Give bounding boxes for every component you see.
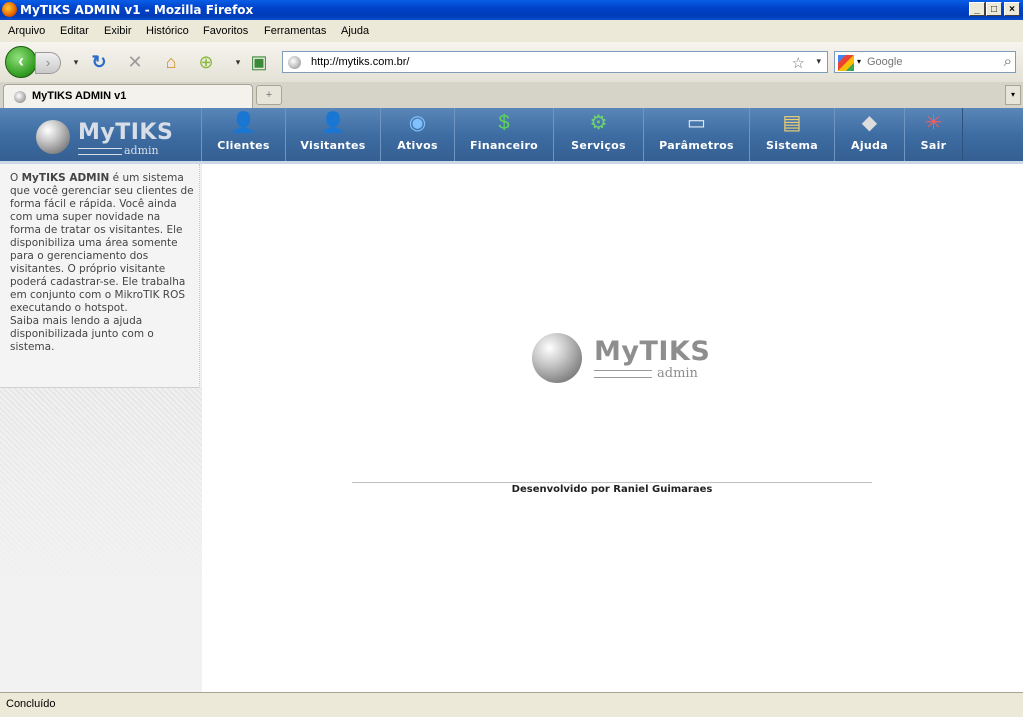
- menu-favoritos[interactable]: Favoritos: [203, 25, 248, 37]
- visitor-icon: 👤: [320, 112, 346, 134]
- header-logo[interactable]: MyTIKS admin: [36, 118, 173, 158]
- menu-editar[interactable]: Editar: [60, 25, 89, 37]
- nav-label: Clientes: [217, 139, 270, 152]
- center-logo-lines: [594, 370, 652, 378]
- about-text: O MyTIKS ADMIN é um sistema que você ger…: [10, 172, 194, 353]
- globe-logo-icon: [36, 120, 70, 154]
- menu-bar: Arquivo Editar Exibir Histórico Favorito…: [0, 20, 1023, 42]
- nav-label: Sistema: [766, 139, 818, 152]
- monitor-icon: ▭: [687, 112, 706, 134]
- nav-ajuda[interactable]: ◆ Ajuda: [834, 108, 905, 161]
- new-tab-button[interactable]: +: [256, 85, 282, 105]
- download-dropdown-icon[interactable]: ▾: [228, 52, 248, 72]
- window-titlebar: MyTIKS ADMIN v1 - Mozilla Firefox _ □ ×: [0, 0, 1023, 20]
- about-box: O MyTIKS ADMIN é um sistema que você ger…: [0, 164, 200, 388]
- url-dropdown-icon[interactable]: ▾: [816, 56, 821, 67]
- globe-icon: ◉: [408, 112, 427, 134]
- footer-credit: Desenvolvido por Raniel Guimaraes: [511, 484, 713, 495]
- address-url[interactable]: http://mytiks.com.br/: [311, 56, 409, 68]
- main-content: MyTIKS admin Desenvolvido por Raniel Gui…: [202, 164, 1023, 692]
- maximize-button[interactable]: □: [986, 2, 1002, 16]
- menu-ferramentas[interactable]: Ferramentas: [264, 25, 326, 37]
- nav-label: Parâmetros: [659, 139, 734, 152]
- logo-lines: [78, 148, 122, 155]
- tab-list-button[interactable]: ▾: [1005, 85, 1021, 105]
- search-icon[interactable]: ⌕: [1004, 53, 1012, 70]
- tab-favicon-icon: [14, 91, 26, 103]
- nav-parametros[interactable]: ▭ Parâmetros: [643, 108, 750, 161]
- history-dropdown-icon[interactable]: ▾: [66, 52, 86, 72]
- tab-label: MyTIKS ADMIN v1: [32, 90, 127, 102]
- nav-servicos[interactable]: ⚙ Serviços: [553, 108, 644, 161]
- nav-label: Visitantes: [300, 139, 366, 152]
- download-icon[interactable]: ⊕: [196, 52, 216, 72]
- menu-ajuda[interactable]: Ajuda: [341, 25, 369, 37]
- menu-arquivo[interactable]: Arquivo: [8, 25, 45, 37]
- nav-sair[interactable]: ✳ Sair: [904, 108, 963, 161]
- nav-visitantes[interactable]: 👤 Visitantes: [285, 108, 381, 161]
- help-box-icon: ◆: [861, 112, 878, 134]
- nav-sistema[interactable]: ▤ Sistema: [749, 108, 835, 161]
- navigation-toolbar: ‹ › ▾ ↻ ✕ ⌂ ⊕ ▾ ▣ http://mytiks.com.br/ …: [0, 42, 1023, 83]
- system-icon: ▤: [782, 112, 802, 134]
- menu-historico[interactable]: Histórico: [146, 25, 189, 37]
- window-title: MyTIKS ADMIN v1 - Mozilla Firefox: [20, 3, 254, 17]
- site-identity-icon[interactable]: [288, 56, 301, 69]
- reload-icon[interactable]: ↻: [89, 52, 109, 72]
- stop-icon[interactable]: ✕: [125, 52, 145, 72]
- center-logo: MyTIKS admin: [532, 330, 712, 386]
- close-button[interactable]: ×: [1004, 2, 1020, 16]
- sidebar: O MyTIKS ADMIN é um sistema que você ger…: [0, 164, 202, 692]
- sidebar-pattern: [0, 388, 202, 692]
- search-engine-dropdown-icon[interactable]: ▾: [857, 57, 861, 66]
- minimize-button[interactable]: _: [969, 2, 985, 16]
- status-text: Concluído: [6, 698, 56, 710]
- logo-name: MyTIKS: [78, 120, 174, 145]
- status-bar: Concluído: [0, 692, 1023, 717]
- footer-divider: [352, 482, 872, 483]
- search-engine-icon[interactable]: [838, 55, 854, 71]
- nav-clientes[interactable]: 👤 Clientes: [201, 108, 286, 161]
- nav-label: Sair: [920, 139, 947, 152]
- center-logo-sub: admin: [657, 366, 698, 381]
- nav-ativos[interactable]: ◉ Ativos: [380, 108, 455, 161]
- bookmark-star-icon[interactable]: ☆: [792, 54, 805, 72]
- addon-icon[interactable]: ▣: [249, 52, 269, 72]
- tab-bar: MyTIKS ADMIN v1 + ▾: [0, 82, 1023, 109]
- gear-icon: ⚙: [589, 112, 608, 134]
- exit-icon: ✳: [925, 112, 942, 134]
- nav-label: Ativos: [397, 139, 438, 152]
- tab-mytiks-admin[interactable]: MyTIKS ADMIN v1: [3, 84, 253, 108]
- firefox-icon: [2, 2, 17, 17]
- globe-logo-icon: [532, 333, 582, 383]
- logo-sub: admin: [124, 144, 159, 157]
- forward-button[interactable]: ›: [35, 52, 61, 74]
- home-icon[interactable]: ⌂: [161, 52, 181, 72]
- nav-label: Ajuda: [851, 139, 888, 152]
- user-icon: 👤: [231, 112, 256, 134]
- money-bag-icon: $: [498, 112, 510, 134]
- search-bar[interactable]: ▾ ⌕: [834, 51, 1016, 73]
- app-header: MyTIKS admin 👤 Clientes 👤 Visitantes ◉ A…: [0, 108, 1023, 164]
- center-logo-name: MyTIKS: [594, 336, 711, 367]
- address-bar[interactable]: http://mytiks.com.br/ ☆ ▾: [282, 51, 828, 73]
- nav-label: Financeiro: [469, 139, 539, 152]
- back-button[interactable]: ‹: [5, 46, 37, 78]
- nav-financeiro[interactable]: $ Financeiro: [454, 108, 554, 161]
- search-input[interactable]: [867, 54, 987, 70]
- nav-label: Serviços: [571, 139, 626, 152]
- about-brand: MyTIKS ADMIN: [21, 172, 110, 184]
- menu-exibir[interactable]: Exibir: [104, 25, 132, 37]
